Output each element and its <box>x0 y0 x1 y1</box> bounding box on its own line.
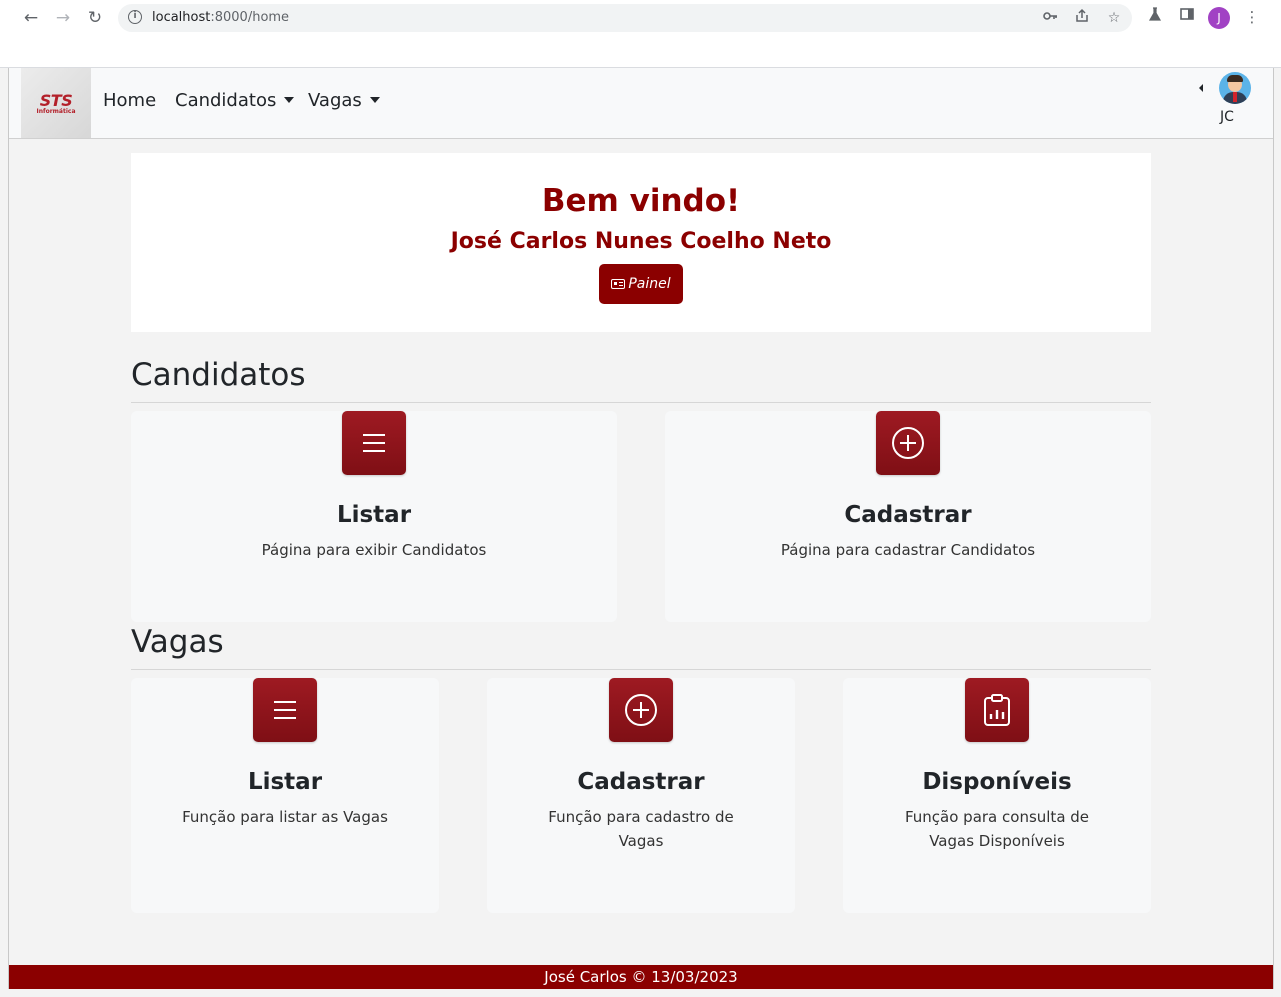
card-vagas-listar[interactable]: Listar Função para listar as Vagas <box>131 678 439 913</box>
reload-icon[interactable]: ↻ <box>83 6 107 30</box>
share-icon[interactable] <box>1072 8 1092 28</box>
user-avatar[interactable] <box>1219 72 1251 104</box>
forward-arrow-icon[interactable]: → <box>51 6 75 30</box>
plus-circle-icon <box>609 678 673 742</box>
section-divider <box>131 402 1151 403</box>
nav-candidatos-dropdown[interactable]: Candidatos <box>175 90 295 111</box>
browser-toolbar: ← → ↻ i localhost:8000/home ☆ J ⋮ <box>0 0 1281 68</box>
profile-avatar[interactable]: J <box>1208 7 1230 29</box>
url-text[interactable]: localhost:8000/home <box>152 10 289 25</box>
card-candidatos-listar[interactable]: Listar Página para exibir Candidatos <box>131 411 617 622</box>
caret-left-icon[interactable] <box>1199 84 1203 92</box>
side-panel-icon[interactable] <box>1176 6 1198 28</box>
nav-home[interactable]: Home <box>103 90 156 111</box>
sts-logo[interactable]: STS Informática <box>21 68 91 138</box>
address-bar[interactable]: i localhost:8000/home ☆ <box>118 4 1132 32</box>
caret-down-icon <box>369 96 380 103</box>
painel-button[interactable]: Painel <box>599 264 683 304</box>
user-full-name: José Carlos Nunes Coelho Neto <box>450 229 832 254</box>
bookmark-star-icon[interactable]: ☆ <box>1104 8 1124 28</box>
nav-vagas-dropdown[interactable]: Vagas <box>308 90 380 111</box>
welcome-title: Bem vindo! <box>541 183 741 219</box>
clipboard-chart-icon <box>965 678 1029 742</box>
section-title-candidatos: Candidatos <box>131 357 306 393</box>
list-icon <box>342 411 406 475</box>
plus-circle-icon <box>876 411 940 475</box>
page-footer: José Carlos © 13/03/2023 <box>9 965 1273 989</box>
section-divider <box>131 669 1151 670</box>
menu-kebab-icon[interactable]: ⋮ <box>1241 6 1263 28</box>
window-right-border <box>1273 68 1274 997</box>
app-navbar: STS Informática Home Candidatos Vagas JC <box>9 68 1273 139</box>
caret-down-icon <box>284 96 295 103</box>
back-arrow-icon[interactable]: ← <box>19 6 43 30</box>
id-card-icon <box>611 279 626 289</box>
welcome-card: Bem vindo! José Carlos Nunes Coelho Neto… <box>131 153 1151 332</box>
window-left-border <box>8 68 9 997</box>
key-icon[interactable] <box>1040 8 1060 28</box>
user-initials: JC <box>1220 109 1234 125</box>
card-candidatos-cadastrar[interactable]: Cadastrar Página para cadastrar Candidat… <box>665 411 1151 622</box>
site-info-icon[interactable]: i <box>128 10 142 24</box>
card-vagas-cadastrar[interactable]: Cadastrar Função para cadastro de Vagas <box>487 678 795 913</box>
card-vagas-disponiveis[interactable]: Disponíveis Função para consulta de Vaga… <box>843 678 1151 913</box>
list-icon <box>253 678 317 742</box>
labs-flask-icon[interactable] <box>1144 6 1166 28</box>
section-title-vagas: Vagas <box>131 624 224 660</box>
